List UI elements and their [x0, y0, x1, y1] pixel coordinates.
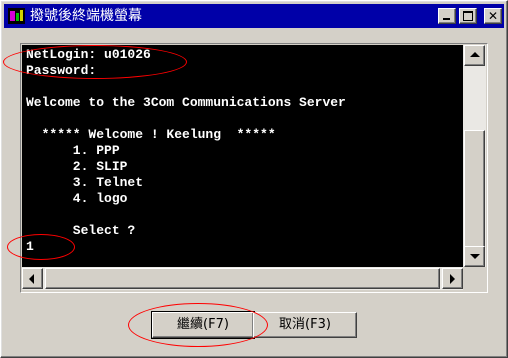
horizontal-scroll-thumb[interactable] — [45, 268, 440, 289]
terminal-line: 1 — [26, 239, 34, 254]
close-button[interactable]: ✕ — [484, 8, 502, 24]
terminal-line: 3. Telnet — [26, 175, 144, 190]
dialog-window: 撥號後終端機螢幕 ✕ NetLogin: u01026 Password: We… — [0, 0, 508, 358]
terminal-line: ***** Welcome ! Keelung ***** — [26, 127, 276, 142]
minimize-icon — [443, 18, 450, 20]
scroll-right-button[interactable] — [442, 268, 463, 289]
terminal-line: 4. logo — [26, 191, 128, 206]
terminal-line: Password: — [26, 63, 97, 78]
scroll-up-button[interactable] — [464, 45, 485, 66]
arrow-up-icon — [470, 52, 480, 57]
maximize-icon — [463, 11, 473, 21]
scrollbar-corner — [463, 267, 486, 290]
close-icon: ✕ — [487, 9, 499, 23]
scroll-left-button[interactable] — [22, 268, 43, 289]
window-title: 撥號後終端機螢幕 — [30, 8, 142, 24]
vertical-scrollbar[interactable] — [463, 45, 486, 267]
horizontal-scrollbar[interactable] — [22, 267, 463, 290]
scroll-down-button[interactable] — [464, 246, 485, 267]
terminal-line: Welcome to the 3Com Communications Serve… — [26, 95, 346, 110]
arrow-left-icon — [29, 274, 34, 284]
arrow-down-icon — [470, 254, 480, 259]
terminal-line: NetLogin: u01026 — [26, 47, 151, 62]
terminal-line: Select ? — [26, 223, 136, 238]
arrow-right-icon — [450, 274, 455, 284]
title-bar[interactable]: 撥號後終端機螢幕 ✕ — [4, 4, 504, 28]
continue-button[interactable]: 繼續(F7) — [152, 312, 254, 338]
vertical-scroll-thumb[interactable] — [464, 130, 485, 248]
terminal-screen[interactable]: NetLogin: u01026 Password: Welcome to th… — [22, 45, 463, 267]
app-icon — [8, 8, 25, 24]
maximize-button[interactable] — [459, 8, 477, 24]
minimize-button[interactable] — [438, 8, 456, 24]
cancel-button[interactable]: 取消(F3) — [253, 312, 357, 338]
terminal-line: 1. PPP — [26, 143, 120, 158]
terminal-line: 2. SLIP — [26, 159, 128, 174]
